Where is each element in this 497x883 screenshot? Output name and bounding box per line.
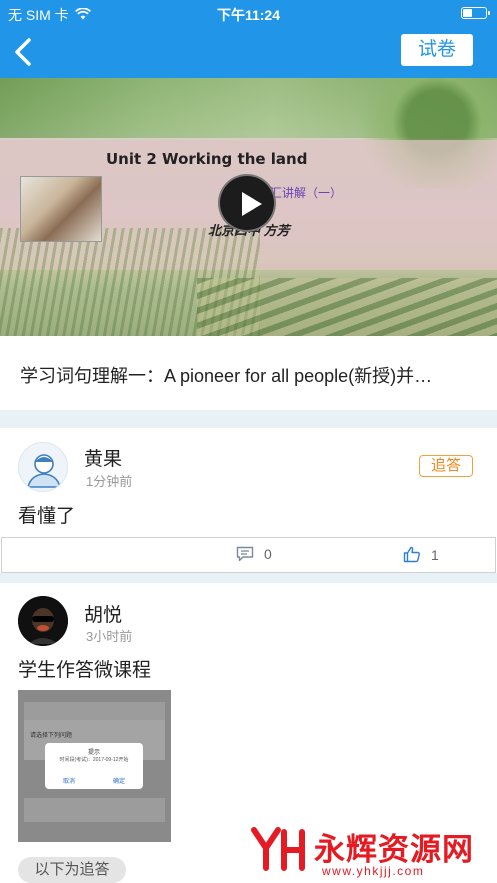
comment-time: 1分钟前 [86,474,133,489]
lesson-title: 学习词句理解一：A pioneer for all people(新授)并… [20,366,433,386]
thumbnail-row-text: 请选择下列问题 [30,733,73,739]
user-avatar-icon [26,454,62,488]
video-player[interactable]: Unit 2 Working the land 词汇讲解（一） 北京四中 方芳 [0,78,497,336]
battery-icon [461,7,490,19]
exam-button[interactable]: 试卷 [401,34,473,66]
avatar[interactable] [18,596,68,646]
watermark: 永辉资源网 www.yhkjjj.com [250,820,490,883]
thumbnail-dialog: 提示 时间段(考试)：2017-09-12开始 取消 确定 [45,743,143,789]
section-divider [0,410,497,428]
comment-count: 0 [264,546,272,562]
watermark-url: www.yhkjjj.com [322,864,425,878]
user-photo-icon [18,596,68,646]
comment-actions: 0 1 [1,537,496,573]
avatar[interactable] [18,442,68,492]
follow-up-label: 以下为追答 [18,857,126,883]
comment-count-button[interactable]: 0 [236,546,272,562]
comment-text: 看懂了 [18,506,76,527]
comment-icon [236,546,254,562]
like-button[interactable]: 1 [403,546,439,563]
commenter-name: 胡悦 [84,605,123,626]
status-bar: 无 SIM 卡 下午11:24 [0,0,497,26]
thumbnail-dialog-confirm: 确定 [112,779,125,785]
brand-logo-icon [251,827,305,871]
chevron-left-icon [15,38,31,66]
section-divider [0,573,497,583]
thumbnail-dialog-message: 时间段(考试)：2017-09-12开始 [59,757,129,763]
back-button[interactable] [10,36,40,68]
status-time: 下午11:24 [216,7,281,23]
video-teacher-photo [20,176,102,242]
comment-time: 3小时前 [86,629,133,644]
thumbnail-dialog-title: 提示 [87,750,100,756]
nav-bar: 试卷 [0,26,497,78]
attachment-thumbnail[interactable]: 请选择下列问题 提示 时间段(考试)：2017-09-12开始 取消 确定 [18,690,171,842]
thumbnail-row [24,798,165,822]
video-slide-title: Unit 2 Working the land [106,150,308,168]
thumbs-up-icon [403,546,420,563]
play-icon[interactable] [218,174,276,232]
like-count: 1 [431,546,439,563]
video-background-field [197,278,497,336]
watermark-brand: 永辉资源网 [314,832,474,867]
reply-button[interactable]: 追答 [419,455,473,477]
commenter-name: 黄果 [84,449,123,470]
thumbnail-dialog-cancel: 取消 [63,779,76,785]
comment-text: 学生作答微课程 [18,660,152,681]
